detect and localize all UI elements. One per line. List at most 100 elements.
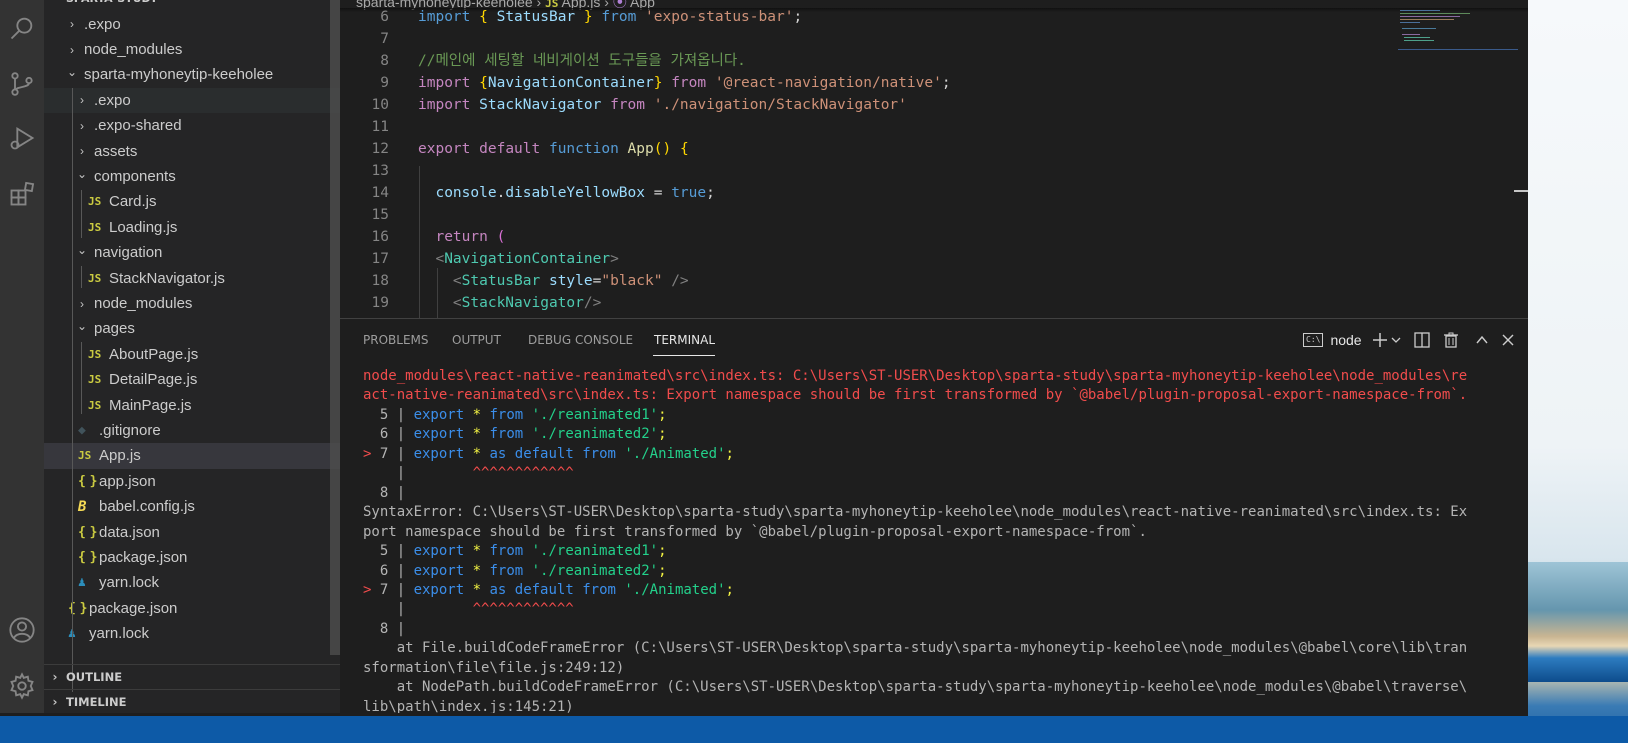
terminal-token: export — [413, 581, 465, 598]
tab-output[interactable]: OUTPUT — [452, 333, 501, 347]
tree-folder[interactable]: › assets — [44, 139, 340, 164]
code-token: () — [653, 141, 672, 157]
extensions-icon[interactable] — [0, 172, 44, 216]
tree-folder[interactable]: ⌄ components — [44, 164, 340, 189]
kill-terminal-button[interactable] — [1442, 329, 1460, 351]
code-token: NavigationContainer — [487, 75, 654, 91]
tree-folder[interactable]: ⌄ pages — [44, 316, 340, 341]
js-file-icon: JS — [78, 449, 92, 463]
tab-debug-console[interactable]: DEBUG CONSOLE — [528, 333, 633, 347]
tree-file[interactable]: { } data.json — [44, 520, 340, 545]
terminal-token: './reanimated1' — [531, 406, 659, 423]
terminal-selector[interactable]: C:\ node — [1303, 329, 1362, 351]
tree-file[interactable]: JS MainPage.js — [44, 393, 340, 418]
split-terminal-button[interactable] — [1413, 329, 1431, 351]
line-number: 6 — [380, 9, 389, 25]
terminal-token: > — [363, 445, 380, 462]
terminal-token: act-native-reanimated\src\index.ts: Expo… — [363, 387, 1468, 404]
tab-terminal[interactable]: TERMINAL — [654, 333, 715, 347]
timeline-section[interactable]: › TIMELINE — [44, 689, 340, 714]
tree-item-label: yarn.lock — [99, 574, 160, 592]
accounts-icon[interactable] — [0, 608, 44, 652]
tree-file[interactable]: JS Card.js — [44, 189, 340, 214]
tree-file[interactable]: Bbabel.config.js — [44, 494, 340, 519]
minimap[interactable] — [1398, 8, 1518, 58]
tree-file[interactable]: ♟yarn.lock — [44, 621, 340, 646]
source-control-icon[interactable] — [0, 62, 44, 106]
code-token: } — [583, 9, 593, 25]
terminal-line: sformation\file\file.js:249:12) — [363, 659, 624, 678]
terminal-token: * — [472, 426, 482, 443]
chevron-right-icon: › — [70, 17, 74, 32]
code-line: 7 — [340, 28, 1400, 50]
tree-file[interactable]: JS StackNavigator.js — [44, 266, 340, 291]
tree-file[interactable]: { } package.json — [44, 545, 340, 570]
code-token: < — [435, 251, 445, 267]
terminal-line: > 7 | export * as default from './Animat… — [363, 445, 734, 464]
code-token: 'expo-status-bar' — [645, 9, 794, 25]
indent-guide — [437, 268, 438, 318]
terminal-token: SyntaxError: C:\Users\ST-USER\Desktop\sp… — [363, 504, 1468, 521]
outline-section[interactable]: › OUTLINE — [44, 664, 340, 689]
js-file-icon: JS — [88, 398, 102, 412]
tree-file[interactable]: JS DetailPage.js — [44, 367, 340, 392]
terminal-line: 5 | export * from './reanimated1'; — [363, 542, 667, 561]
code-editor[interactable]: sparta-myhoneytip-keeholee › JS App.js ›… — [340, 0, 1528, 318]
terminal-token: from — [489, 426, 524, 443]
tree-file[interactable]: JS AboutPage.js — [44, 342, 340, 367]
tree-folder[interactable]: ⌄ sparta-myhoneytip-keeholee — [44, 62, 340, 87]
code-token: { — [479, 9, 488, 25]
terminal-token: 7 | — [379, 445, 414, 462]
run-debug-icon[interactable] — [0, 116, 44, 160]
tree-item-label: Loading.js — [109, 218, 178, 236]
tree-item-label: .expo-shared — [94, 117, 182, 135]
tree-file[interactable]: ◆ .gitignore — [44, 418, 340, 443]
tree-folder[interactable]: › node_modules — [44, 291, 340, 316]
code-line: 9 import {NavigationContainer} from '@rea… — [340, 72, 1400, 94]
terminal-token: * — [472, 445, 482, 462]
tree-folder[interactable]: › .expo — [44, 12, 340, 37]
code-token: "black" — [601, 273, 663, 289]
new-terminal-button[interactable] — [1371, 329, 1389, 351]
code-token: ; — [941, 75, 951, 91]
tree-file[interactable]: JS App.js — [44, 443, 340, 469]
tree-file[interactable]: JS Loading.js — [44, 215, 340, 240]
manage-gear-icon[interactable] — [0, 664, 44, 708]
terminal-token: from — [489, 543, 524, 560]
maximize-panel-button[interactable] — [1474, 329, 1490, 351]
tab-problems[interactable]: PROBLEMS — [363, 333, 429, 347]
tree-item-label: pages — [94, 320, 135, 338]
code-token: from — [610, 97, 645, 113]
code-token: /> — [583, 295, 602, 311]
tree-folder[interactable]: › .expo-shared — [44, 113, 340, 138]
sidebar-scrollbar[interactable] — [330, 0, 340, 655]
code-text: <StatusBar style="black" /> — [418, 270, 689, 292]
js-file-icon: JS — [88, 347, 102, 361]
tree-folder[interactable]: ⌄ navigation — [44, 240, 340, 265]
terminal-line: 6 | export * from './reanimated2'; — [363, 425, 667, 444]
code-token: < — [452, 295, 462, 311]
tree-file[interactable]: ♟yarn.lock — [44, 570, 340, 595]
close-panel-button[interactable] — [1500, 329, 1516, 351]
terminal-line: | ^^^^^^^^^^^^ — [363, 464, 574, 483]
code-text: import { StatusBar } from 'expo-status-b… — [418, 6, 802, 28]
terminal-dropdown-button[interactable] — [1390, 329, 1402, 351]
editor-scrollbar[interactable] — [1514, 190, 1528, 192]
code-text: //메인에 세팅할 네비게이션 도구들을 가져옵니다. — [418, 50, 746, 72]
terminal-line: at NodePath.buildCodeFrameError (C:\User… — [363, 678, 1467, 697]
tree-folder[interactable]: › .expo — [44, 87, 340, 114]
terminal-token: at NodePath.buildCodeFrameError (C:\User… — [363, 679, 1468, 696]
code-token: > — [610, 251, 619, 267]
terminal-token: > — [363, 581, 380, 598]
code-token: StackNavigator — [461, 295, 584, 311]
line-number: 19 — [371, 295, 389, 311]
line-number: 14 — [371, 185, 389, 201]
tree-file[interactable]: { } package.json — [44, 596, 340, 621]
search-icon[interactable] — [0, 6, 44, 50]
tree-file[interactable]: { } app.json — [44, 469, 340, 494]
tree-folder[interactable]: › node_modules — [44, 37, 340, 62]
